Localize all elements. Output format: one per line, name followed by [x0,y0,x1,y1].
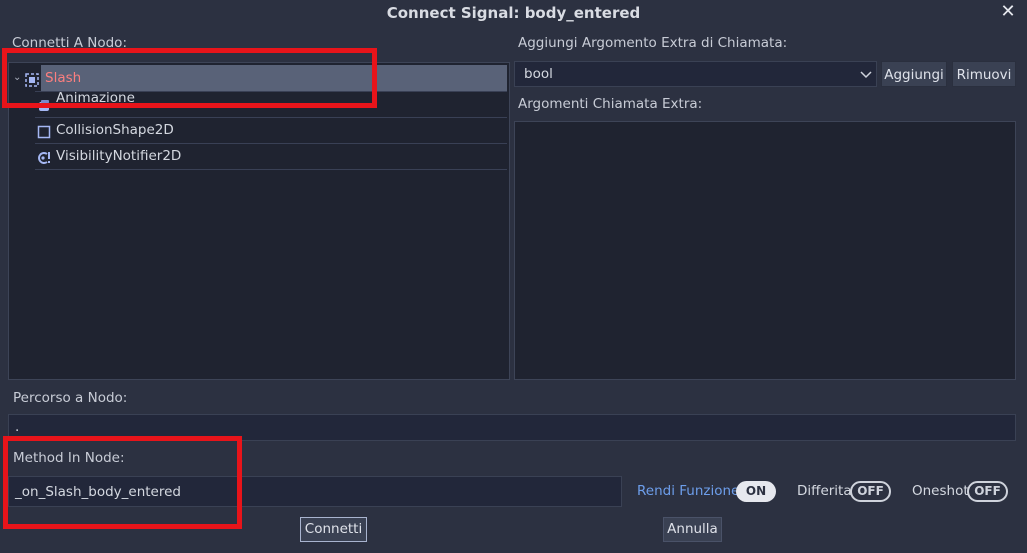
chevron-down-icon [859,64,873,84]
node-tree[interactable]: ⌄ Slash Animazione CollisionShape2D Visi… [8,62,510,380]
tree-item-collisionshape2d[interactable]: CollisionShape2D [9,117,509,143]
annotation-highlight-box [2,48,377,108]
extra-args-label: Argomenti Chiamata Extra: [518,96,703,112]
close-icon[interactable]: ✕ [999,1,1017,23]
oneshot-label[interactable]: Oneshot [912,483,969,499]
oneshot-toggle[interactable]: OFF [967,481,1008,502]
tree-item-visibilitynotifier2d[interactable]: VisibilityNotifier2D [9,143,509,169]
tree-item-label: CollisionShape2D [56,122,174,138]
path-to-node-label: Percorso a Nodo: [13,390,128,406]
visibility-notifier-icon [37,148,51,164]
extra-arg-label: Aggiungi Argomento Extra di Chiamata: [518,35,788,51]
deferred-toggle[interactable]: OFF [850,481,891,502]
add-argument-button[interactable]: Aggiungi [881,61,947,87]
collision-shape-icon [37,122,51,139]
arg-type-value: bool [524,66,553,82]
path-value: . [15,419,20,435]
tree-item-label: VisibilityNotifier2D [56,148,182,164]
connect-button[interactable]: Connetti [300,517,367,542]
annotation-highlight-box [3,436,242,529]
arg-type-select[interactable]: bool [514,61,877,87]
extra-args-list[interactable] [514,121,1016,380]
remove-argument-button[interactable]: Rimuovi [952,61,1016,87]
dialog-title: Connect Signal: body_entered [386,4,641,22]
make-function-toggle[interactable]: ON [736,481,776,502]
deferred-label[interactable]: Differita [797,483,852,499]
make-function-label[interactable]: Rendi Funzione [637,483,739,499]
cancel-button[interactable]: Annulla [663,517,722,542]
